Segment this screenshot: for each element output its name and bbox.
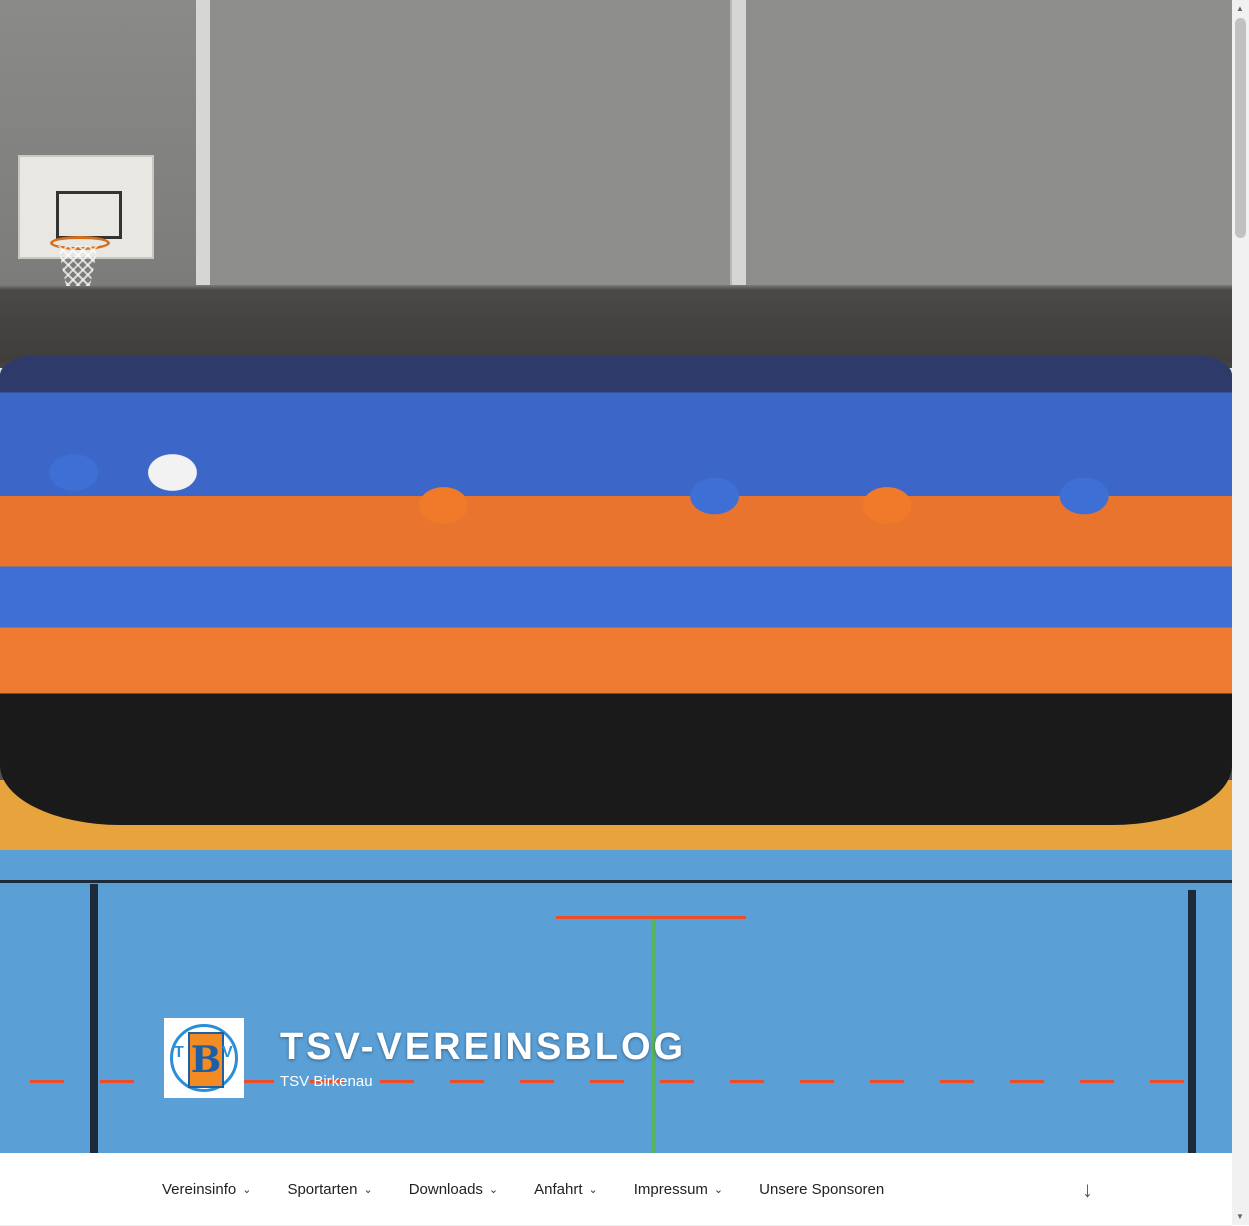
scroll-up-icon[interactable]: ▲ [1236,4,1244,13]
nav-item-label: Anfahrt [534,1180,583,1198]
chevron-down-icon: ⌄ [588,1183,598,1196]
nav-item-anfahrt[interactable]: Anfahrt ⌄ [534,1181,598,1198]
nav-item-label: Unsere Sponsoren [759,1180,885,1198]
nav-item-impressum[interactable]: Impressum ⌄ [634,1181,723,1198]
club-logo[interactable]: T B V [164,1018,244,1098]
chevron-down-icon: ⌄ [363,1183,373,1196]
header-photo: T B V TSV-VEREINSBLOG TSV Birkenau [0,0,1232,1153]
basketball-net [58,246,98,286]
logo-letter-right: V [222,1044,233,1061]
chevron-down-icon: ⌄ [713,1183,724,1196]
team-group-photo [0,355,1232,825]
page-scrollbar[interactable]: ▲ ▼ [1232,0,1249,1225]
nav-item-vereinsinfo[interactable]: Vereinsinfo ⌄ [162,1181,251,1198]
site-branding: T B V TSV-VEREINSBLOG TSV Birkenau [164,1018,686,1098]
site-title[interactable]: TSV-VEREINSBLOG [280,1026,686,1069]
nav-item-sportarten[interactable]: Sportarten ⌄ [287,1181,372,1198]
wall-panel [732,0,1232,285]
nav-item-label: Sportarten [287,1180,358,1198]
nav-item-label: Impressum [633,1180,708,1198]
scrollbar-thumb[interactable] [1235,18,1246,238]
logo-letter-center: B [188,1032,224,1088]
site-description: TSV Birkenau [280,1073,373,1090]
nav-item-downloads[interactable]: Downloads ⌄ [409,1181,498,1198]
arrow-down-icon[interactable]: ↓ [1082,1177,1093,1203]
logo-letter-left: T [174,1044,184,1061]
main-navigation: Vereinsinfo ⌄ Sportarten ⌄ Downloads ⌄ A… [0,1153,1232,1226]
chevron-down-icon: ⌄ [488,1183,499,1196]
scroll-down-icon[interactable]: ▼ [1236,1212,1244,1221]
chevron-down-icon: ⌄ [242,1183,252,1196]
nav-item-unsere-sponsoren[interactable]: Unsere Sponsoren [759,1181,884,1198]
wall-panel [196,0,738,285]
nav-item-label: Downloads [408,1180,483,1198]
nav-item-label: Vereinsinfo [162,1180,237,1198]
